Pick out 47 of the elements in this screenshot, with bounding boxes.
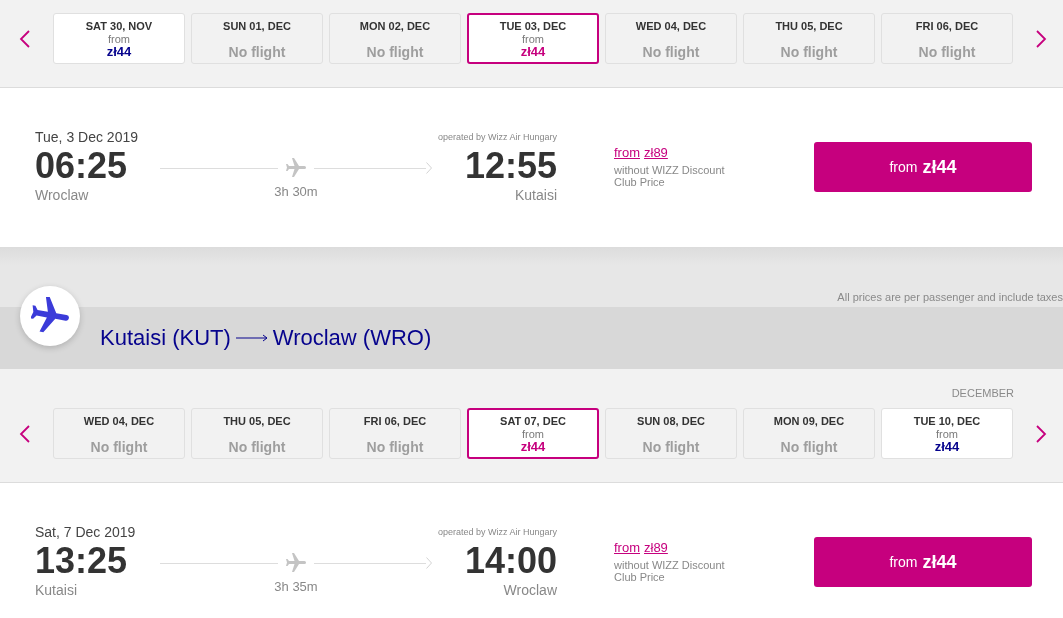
date-card[interactable]: TUE 10, DEC from zł44 (881, 408, 1013, 459)
departure-city: Wroclaw (35, 186, 89, 204)
date-card[interactable]: WED 04, DEC No flight (605, 13, 737, 64)
flight-date: Tue, 3 Dec 2019 (35, 128, 138, 146)
flight-date: Sat, 7 Dec 2019 (35, 523, 136, 541)
arrival-city: Wroclaw (503, 581, 557, 599)
price-note: All prices are per passenger and include taxes (837, 290, 1063, 304)
date-card[interactable]: TUE 03, DEC from zł44 (467, 13, 599, 64)
plane-icon (284, 553, 308, 573)
select-fare-button[interactable]: from zł44 (814, 142, 1032, 192)
flight-duration: 3h 30m (274, 185, 318, 199)
club-price-note: without WIZZ Discount Club Price (614, 164, 726, 188)
date-card[interactable]: THU 05, DEC No flight (743, 13, 875, 64)
date-card[interactable]: SAT 30, NOV from zł44 (53, 13, 185, 64)
chevron-right-icon[interactable] (1035, 424, 1047, 443)
departure-city: Kutaisi (35, 581, 78, 599)
flight-duration: 3h 35m (274, 580, 318, 594)
arrowhead-icon (426, 162, 432, 174)
chevron-left-icon[interactable] (19, 424, 31, 443)
club-price-link[interactable]: from zł89 (614, 540, 668, 556)
arrival-time: 14:00 (464, 541, 557, 581)
departure-time: 06:25 (35, 146, 128, 186)
long-arrow-icon (235, 333, 268, 343)
date-card[interactable]: SUN 01, DEC No flight (191, 13, 323, 64)
date-card[interactable]: MON 09, DEC No flight (743, 408, 875, 459)
club-price-note: without WIZZ Discount Club Price (614, 559, 726, 583)
operator-label: operated by Wizz Air Hungary (437, 526, 557, 539)
arrival-city: Kutaisi (514, 186, 557, 204)
plane-icon (284, 158, 308, 178)
chevron-left-icon[interactable] (19, 29, 31, 48)
date-card[interactable]: SUN 08, DEC No flight (605, 408, 737, 459)
date-card[interactable]: MON 02, DEC No flight (329, 13, 461, 64)
date-card[interactable]: WED 04, DEC No flight (53, 408, 185, 459)
operator-label: operated by Wizz Air Hungary (437, 131, 557, 144)
chevron-right-icon[interactable] (1035, 29, 1047, 48)
club-price-link[interactable]: from zł89 (614, 145, 668, 161)
departure-time: 13:25 (35, 541, 128, 581)
route-origin: Kutaisi (KUT) (100, 325, 231, 351)
date-card[interactable]: SAT 07, DEC from zł44 (467, 408, 599, 459)
date-card[interactable]: FRI 06, DEC No flight (881, 13, 1013, 64)
month-label: DECEMBER (951, 386, 1014, 400)
route-destination: Wroclaw (WRO) (272, 325, 432, 351)
date-card[interactable]: FRI 06, DEC No flight (329, 408, 461, 459)
date-card[interactable]: THU 05, DEC No flight (191, 408, 323, 459)
arrowhead-icon (426, 557, 432, 569)
arrival-time: 12:55 (464, 146, 557, 186)
select-fare-button[interactable]: from zł44 (814, 537, 1032, 587)
